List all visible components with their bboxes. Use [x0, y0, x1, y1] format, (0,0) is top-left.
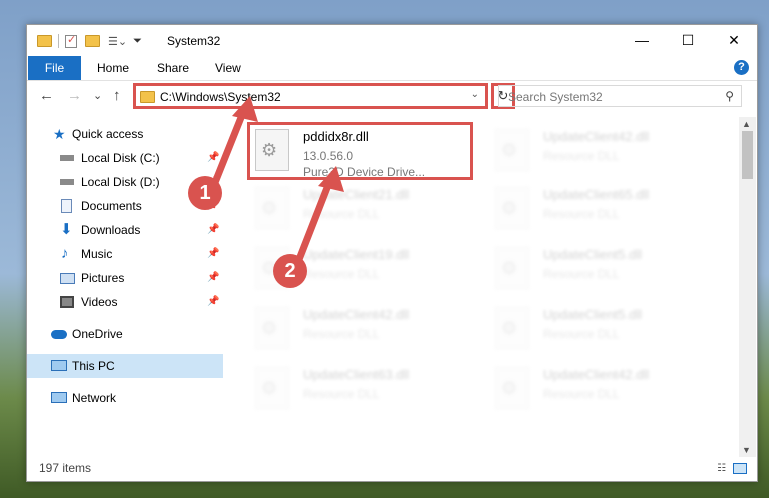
- arrow-2: [294, 166, 344, 266]
- arrow-1: [208, 96, 258, 194]
- step-badge-2: 2: [273, 254, 307, 288]
- step-badge-1: 1: [188, 176, 222, 210]
- annotation-arrows: [208, 96, 344, 266]
